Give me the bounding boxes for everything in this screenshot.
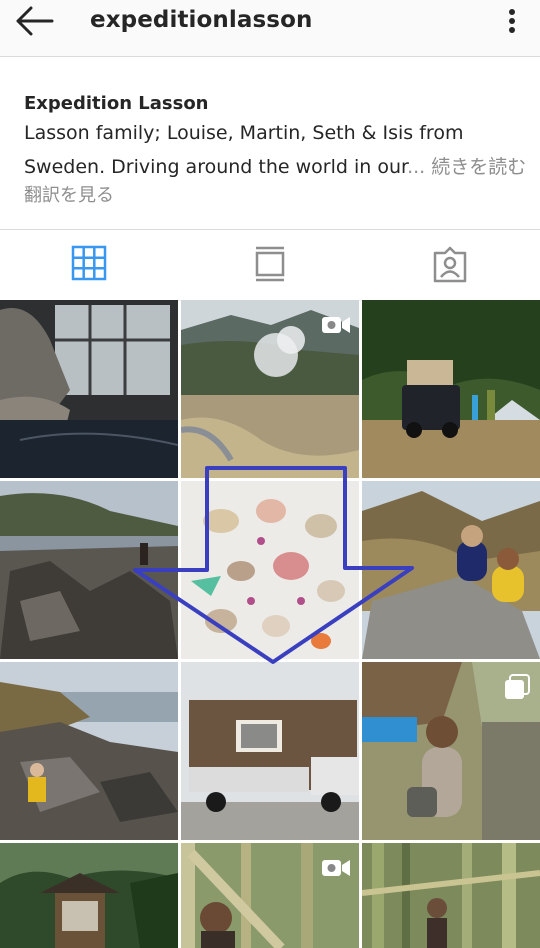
tab-tagged[interactable] [430, 244, 470, 284]
photo-post[interactable] [0, 843, 178, 948]
photo-thumbnail [0, 662, 178, 840]
video-post[interactable] [181, 843, 359, 948]
photo-thumbnail [0, 300, 178, 478]
grid-icon [71, 245, 107, 281]
carousel-icon [505, 674, 530, 699]
more-options-button[interactable] [498, 6, 526, 40]
photo-post[interactable] [362, 300, 540, 478]
arrow-left-icon [16, 6, 54, 36]
bio-ellipsis: ... [407, 156, 426, 178]
photo-post[interactable] [362, 843, 540, 948]
bio-text-truncated: Sweden. Driving around the world in our [24, 156, 408, 178]
photo-grid [0, 300, 540, 948]
photo-thumbnail [0, 843, 178, 948]
carousel-post[interactable] [362, 662, 540, 840]
tab-feed[interactable] [250, 244, 290, 284]
photo-post[interactable] [0, 662, 178, 840]
photo-post[interactable] [0, 481, 178, 659]
bio-text-line: Lasson family; Louise, Martin, Seth & Is… [24, 122, 464, 144]
profile-bio: Expedition Lasson Lasson family; Louise,… [0, 57, 540, 229]
video-camera-icon [322, 860, 350, 876]
profile-username: expeditionlasson [90, 7, 313, 33]
bio-text-line: Sweden. Driving around the world in our.… [24, 152, 526, 179]
photo-thumbnail [362, 300, 540, 478]
video-post[interactable] [181, 300, 359, 478]
photo-post[interactable] [362, 481, 540, 659]
photo-thumbnail [362, 481, 540, 659]
tagged-icon [433, 246, 467, 283]
more-vertical-icon [509, 9, 515, 33]
photo-thumbnail [181, 481, 359, 659]
photo-thumbnail [0, 481, 178, 659]
video-camera-icon [322, 317, 350, 333]
top-bar: expeditionlasson [0, 0, 540, 57]
profile-tabs [0, 229, 540, 301]
photo-thumbnail [362, 843, 540, 948]
photo-thumbnail [181, 662, 359, 840]
tab-grid[interactable] [70, 244, 110, 284]
photo-post[interactable] [181, 662, 359, 840]
read-more-link[interactable]: 続きを読む [431, 156, 526, 178]
back-button[interactable] [14, 6, 58, 40]
feed-icon [255, 246, 285, 282]
profile-full-name: Expedition Lasson [24, 93, 209, 114]
photo-post[interactable] [0, 300, 178, 478]
see-translation-link[interactable]: 翻訳を見る [24, 181, 114, 207]
photo-post[interactable] [181, 481, 359, 659]
